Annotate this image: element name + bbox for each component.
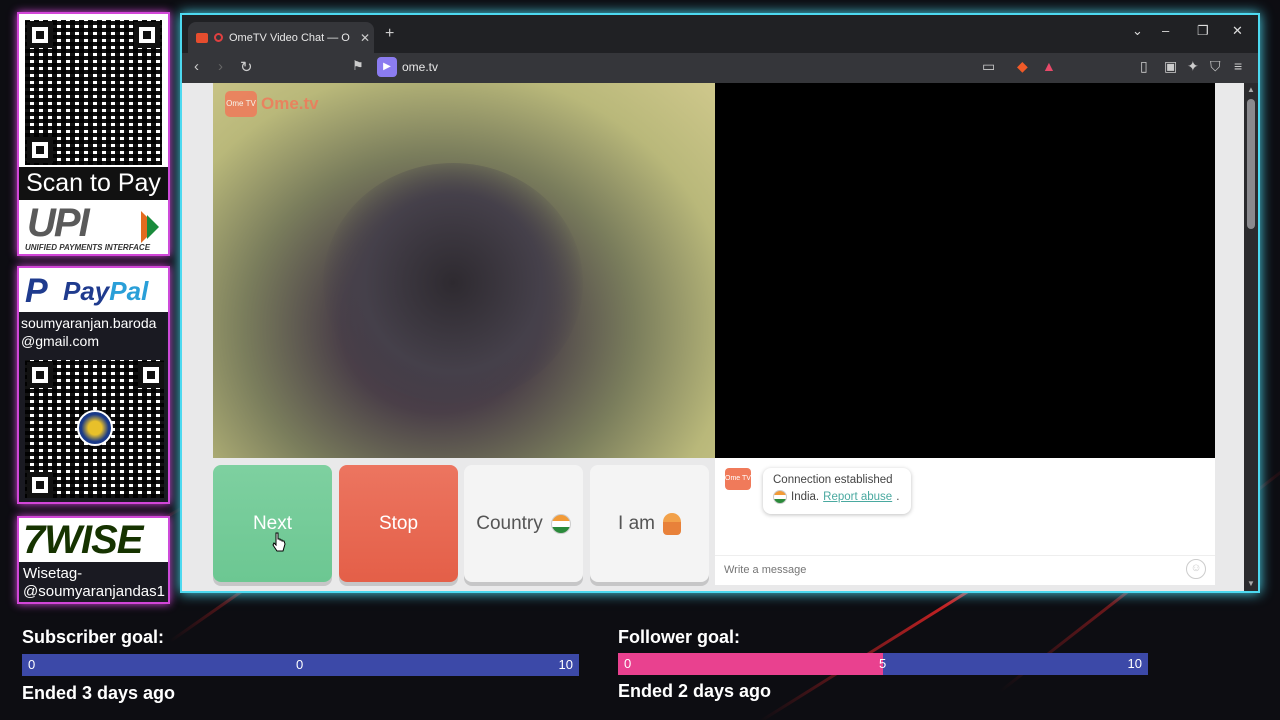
qr-finder-icon	[27, 472, 53, 498]
paypal-wordmark: PayPal	[63, 276, 149, 306]
brave-shield-icon[interactable]: ◆	[1017, 58, 1028, 75]
india-flag-icon	[773, 490, 787, 504]
scroll-down-icon[interactable]: ▼	[1247, 579, 1255, 588]
address-bar[interactable]: ome.tv	[402, 60, 438, 74]
back-icon[interactable]: ‹	[194, 58, 199, 75]
camera-permission-icon[interactable]: ▶	[377, 57, 397, 77]
subscriber-goal-target: 10	[558, 657, 573, 672]
paypal-logo: P PayPal	[19, 268, 168, 312]
upi-logo-text: UPI	[27, 201, 90, 245]
paypal-email: soumyaranjan.baroda @gmail.com	[21, 315, 157, 349]
follower-goal-status: Ended 2 days ago	[618, 681, 772, 701]
ometv-chat-icon: Ome TV	[725, 468, 751, 490]
recording-indicator-icon	[214, 33, 223, 42]
paypal-p-icon: P	[25, 272, 48, 310]
ometv-logo: Ome TV Ome.tv	[225, 91, 319, 117]
follower-goal-current: 5	[879, 656, 887, 671]
scroll-up-icon[interactable]: ▲	[1247, 85, 1255, 94]
menu-icon[interactable]: ≡	[1234, 58, 1242, 74]
subscriber-goal-bar: 0 0 10	[22, 654, 579, 676]
connection-status: Connection established	[773, 474, 893, 486]
qr-finder-icon	[27, 362, 53, 388]
emoji-icon[interactable]: ☺	[1186, 559, 1206, 579]
wise-wordmark: 7WISE	[23, 518, 143, 562]
qr-finder-icon	[27, 22, 53, 48]
tab-close-icon[interactable]: ✕	[356, 31, 374, 45]
tab-title: OmeTV Video Chat — Omeg	[229, 31, 350, 44]
tab-search-icon[interactable]: ⌄	[1132, 23, 1143, 39]
scroll-thumb[interactable]	[1247, 99, 1255, 229]
paypal-panel: P PayPal soumyaranjan.baroda @gmail.com	[17, 266, 170, 504]
stop-button[interactable]: Stop	[339, 465, 458, 582]
india-flag-icon	[550, 513, 571, 534]
follower-goal-bar: 0 5 10	[618, 653, 1148, 675]
country-button[interactable]: Country	[464, 465, 583, 582]
message-input[interactable]	[715, 555, 1215, 583]
gender-label: I am	[618, 512, 655, 534]
report-suffix: .	[896, 491, 900, 503]
system-message: Connection established India. Report abu…	[763, 468, 911, 514]
new-tab-button[interactable]: +	[385, 25, 394, 43]
local-video	[715, 83, 1215, 458]
wallet-icon[interactable]: ▣	[1164, 58, 1177, 75]
qr-finder-icon	[138, 362, 164, 388]
subscriber-goal-status: Ended 3 days ago	[22, 683, 176, 703]
follower-goal-fill	[618, 653, 883, 675]
mouse-cursor-icon	[272, 532, 286, 552]
subscriber-goal-start: 0	[28, 657, 36, 672]
forward-icon[interactable]: ›	[218, 58, 223, 75]
wise-panel: 7WISE Wisetag- @soumyaranjandas1	[17, 516, 170, 604]
remote-video: Ome TV Ome.tv	[213, 83, 715, 458]
restore-button[interactable]: ❐	[1197, 23, 1209, 39]
cast-icon[interactable]: ▭	[982, 58, 995, 75]
subscriber-goal-title: Subscriber goal:	[22, 627, 165, 647]
follower-goal-start: 0	[624, 656, 632, 671]
scan-to-pay-label: Scan to Pay	[19, 167, 168, 200]
upi-logo-subtitle: UNIFIED PAYMENTS INTERFACE	[25, 243, 151, 252]
tab-ometv[interactable]: OmeTV Video Chat — Omeg ✕	[188, 22, 374, 53]
stop-label: Stop	[378, 512, 419, 534]
page-viewport: Ome TV Ome.tv Next Stop Country I am Ome…	[182, 83, 1244, 591]
leo-ai-icon[interactable]: ✦	[1187, 58, 1199, 75]
upi-panel: Scan to Pay UPI UNIFIED PAYMENTS INTERFA…	[17, 12, 170, 256]
close-window-button[interactable]: ✕	[1232, 23, 1243, 39]
partner-country: India.	[791, 491, 820, 503]
youtube-favicon-icon	[196, 32, 208, 43]
follower-goal-target: 10	[1127, 656, 1142, 671]
report-abuse-link[interactable]: Report abuse	[823, 491, 892, 503]
wise-logo: 7WISE	[19, 518, 168, 562]
woman-icon	[662, 512, 681, 535]
sidebar-icon[interactable]: ▯	[1140, 58, 1148, 75]
browser-window: OmeTV Video Chat — Omeg ✕ + ⌄ – ❐ ✕ ‹ › …	[180, 13, 1260, 593]
page-scrollbar[interactable]: ▲ ▼	[1244, 83, 1258, 591]
qr-finder-icon	[134, 22, 160, 48]
gender-button[interactable]: I am	[590, 465, 709, 582]
brave-rewards-icon[interactable]: ▲	[1042, 58, 1056, 74]
chat-panel: Ome TV Connection established India. Rep…	[715, 458, 1215, 585]
upi-arrow-icon	[147, 215, 159, 239]
ometv-logo-text: Ome.tv	[261, 94, 319, 113]
qr-finder-icon	[27, 137, 53, 163]
follower-goal-title: Follower goal:	[618, 627, 741, 647]
next-button[interactable]: Next	[213, 465, 332, 582]
vpn-icon[interactable]: ⛉	[1210, 58, 1221, 75]
tv-icon: Ome TV	[225, 91, 257, 117]
wise-tag: Wisetag- @soumyaranjandas1	[23, 565, 165, 600]
tab-bar: OmeTV Video Chat — Omeg ✕ + ⌄ – ❐ ✕	[182, 15, 1258, 53]
blurred-person	[323, 163, 583, 403]
minimize-button[interactable]: –	[1162, 23, 1169, 38]
bookmark-icon[interactable]: ⚑	[352, 58, 364, 74]
subscriber-goal-current: 0	[296, 657, 304, 672]
reload-icon[interactable]: ↻	[240, 58, 253, 76]
upi-logo: UPI UNIFIED PAYMENTS INTERFACE	[19, 201, 168, 253]
browser-toolbar: ‹ › ↻ ⚑ ▶ ome.tv ▭ ◆ ▲ ▯ ▣ ✦ ⛉ ≡	[182, 53, 1258, 83]
qr-center-logo-icon	[77, 410, 113, 446]
country-label: Country	[476, 512, 543, 534]
